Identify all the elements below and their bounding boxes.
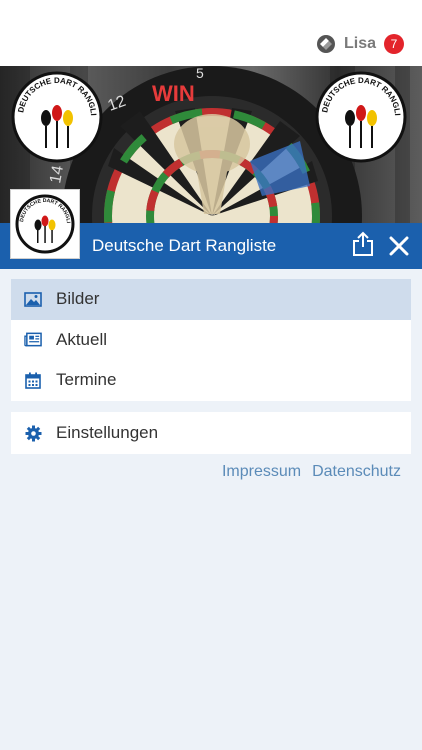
gear-icon bbox=[24, 424, 42, 442]
menu-item-termine[interactable]: Termine bbox=[11, 360, 411, 401]
user-name: Lisa bbox=[343, 35, 376, 52]
menu-item-label: Termine bbox=[56, 370, 117, 390]
share-icon[interactable] bbox=[351, 231, 375, 257]
close-icon[interactable] bbox=[388, 235, 410, 257]
calendar-icon bbox=[24, 371, 42, 389]
impressum-link[interactable]: Impressum bbox=[222, 463, 301, 481]
board-number-5: 5 bbox=[196, 66, 204, 81]
footer-links: Impressum Datenschutz bbox=[222, 463, 401, 481]
app-brand-icon bbox=[316, 35, 335, 53]
dartboard-image: WIN 12 5 14 bbox=[47, 66, 362, 223]
menu-item-bilder[interactable]: Bilder bbox=[11, 279, 411, 320]
board-number-14: 14 bbox=[47, 164, 67, 185]
image-icon bbox=[24, 290, 42, 308]
menu-item-aktuell[interactable]: Aktuell bbox=[11, 320, 411, 361]
menu-item-label: Einstellungen bbox=[56, 423, 159, 442]
user-account[interactable]: Lisa 7 bbox=[316, 32, 404, 56]
top-bar: Lisa 7 bbox=[0, 0, 422, 66]
main-menu: Bilder Aktuell Termine bbox=[11, 279, 411, 401]
menu-item-label: Bilder bbox=[56, 289, 100, 309]
notification-badge[interactable]: 7 bbox=[384, 34, 404, 54]
app-logo: DEUTSCHE DART RANGLISTE bbox=[10, 189, 80, 259]
board-brand: WIN bbox=[152, 81, 195, 106]
ddr-logo-icon: DEUTSCHE DART RANGLISTE bbox=[14, 193, 75, 254]
menu-item-label: Aktuell bbox=[56, 329, 108, 349]
menu-item-einstellungen[interactable]: Einstellungen bbox=[11, 412, 411, 454]
settings-menu: Einstellungen bbox=[11, 412, 411, 454]
page-title: Deutsche Dart Rangliste bbox=[92, 236, 277, 255]
datenschutz-link[interactable]: Datenschutz bbox=[312, 463, 401, 481]
newspaper-icon bbox=[24, 331, 42, 349]
